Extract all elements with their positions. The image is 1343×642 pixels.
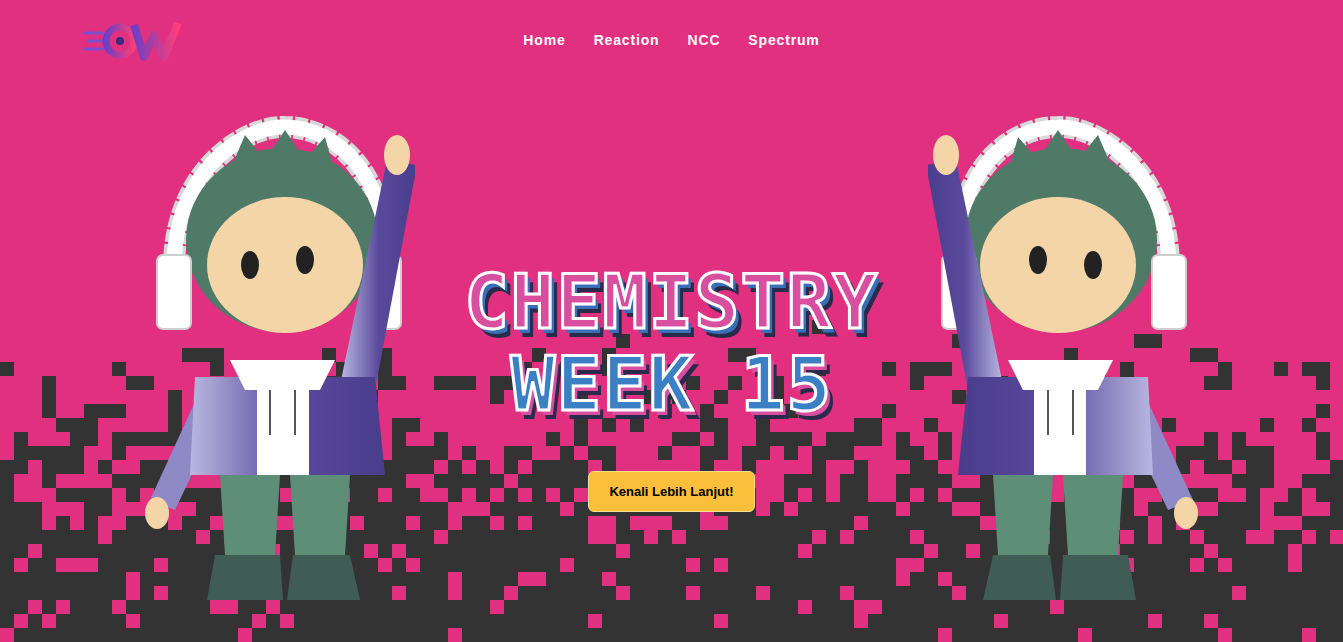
mascot-right [928,115,1208,605]
logo-icon[interactable] [82,17,182,63]
nav-link[interactable]: NCC [687,30,720,51]
hero-title: CHEMISTRYWEEK 15 [464,265,878,421]
page: Home Reaction NCC Spectrum CHEMISTRYWEEK 15 K… [0,0,1343,642]
nav-link[interactable]: Home [523,30,565,51]
nav-link[interactable]: Reaction [594,30,660,51]
hero-center: CHEMISTRYWEEK 15 Kenali Lebih Lanjut! [415,115,928,642]
header: Home Reaction NCC Spectrum [0,0,1343,80]
mascot-left [135,115,415,605]
hero: CHEMISTRYWEEK 15 Kenali Lebih Lanjut! [0,80,1343,642]
content: Home Reaction NCC Spectrum CHEMISTRYWEEK 15 K… [0,0,1343,642]
learn-more-button[interactable]: Kenali Lebih Lanjut! [588,471,754,512]
nav: Home Reaction NCC Spectrum [182,30,1161,51]
nav-link[interactable]: Spectrum [748,30,819,51]
